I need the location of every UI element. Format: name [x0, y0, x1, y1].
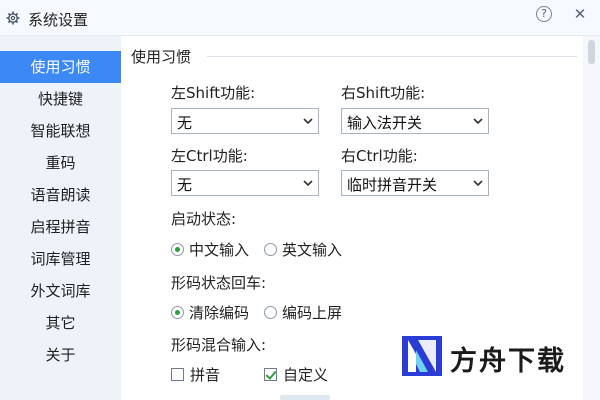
left-ctrl-select[interactable]: 无 — [171, 170, 319, 196]
left-ctrl-label: 左Ctrl功能: — [171, 147, 248, 165]
checkbox — [264, 367, 277, 381]
radio-label: 中文输入 — [189, 240, 250, 259]
section-title: 使用习惯 — [131, 48, 192, 66]
left-shift-label: 左Shift功能: — [171, 84, 256, 102]
right-shift-value: 输入法开关 — [347, 114, 423, 132]
gear-icon — [6, 11, 20, 25]
chevron-down-icon — [301, 176, 315, 190]
radio-button — [171, 242, 184, 256]
sidebar-item-dictionary-manager[interactable]: 词库管理 — [0, 243, 121, 275]
close-button[interactable]: ✕ — [569, 4, 591, 24]
watermark-text: 方舟下载 — [450, 346, 566, 377]
right-shift-label: 右Shift功能: — [341, 84, 426, 102]
checkbox-pinyin[interactable]: 拼音 — [171, 364, 220, 384]
sidebar-item-duplicate-codes[interactable]: 重码 — [0, 147, 121, 179]
left-shift-value: 无 — [177, 114, 193, 132]
left-ctrl-value: 无 — [177, 176, 193, 194]
checkbox-label: 拼音 — [190, 365, 221, 384]
radio-english-input[interactable]: 英文输入 — [264, 239, 342, 259]
left-shift-select[interactable]: 无 — [171, 108, 319, 134]
sidebar-item-qicheng-pinyin[interactable]: 启程拼音 — [0, 211, 121, 243]
right-ctrl-select[interactable]: 临时拼音开关 — [341, 170, 489, 196]
radio-button — [171, 305, 184, 319]
vertical-scrollbar[interactable] — [583, 36, 600, 400]
radio-button — [264, 305, 277, 319]
scrollbar-thumb[interactable] — [588, 40, 595, 64]
right-shift-select[interactable]: 输入法开关 — [341, 108, 489, 134]
chevron-down-icon — [471, 114, 485, 128]
radio-chinese-input[interactable]: 中文输入 — [171, 239, 249, 259]
radio-commit-code[interactable]: 编码上屏 — [264, 302, 342, 322]
sidebar-item-about[interactable]: 关于 — [0, 339, 121, 371]
watermark-logo-icon — [402, 336, 442, 376]
radio-clear-code[interactable]: 清除编码 — [171, 302, 249, 322]
sidebar-item-usage-habits[interactable]: 使用习惯 — [0, 51, 121, 83]
right-ctrl-value: 临时拼音开关 — [347, 176, 438, 194]
radio-button — [264, 242, 277, 256]
right-ctrl-label: 右Ctrl功能: — [341, 147, 418, 165]
help-icon: ? — [536, 6, 552, 22]
close-icon: ✕ — [573, 5, 587, 23]
chevron-down-icon — [301, 114, 315, 128]
checkbox-custom[interactable]: 自定义 — [264, 364, 328, 384]
radio-label: 编码上屏 — [282, 303, 343, 322]
scroll-hint — [280, 395, 330, 400]
section-divider — [207, 56, 577, 57]
shape-enter-label: 形码状态回车: — [171, 274, 267, 292]
help-button[interactable]: ? — [533, 4, 555, 24]
checkbox — [171, 367, 184, 381]
watermark-logo: 方舟下载 — [402, 336, 578, 377]
radio-label: 英文输入 — [282, 240, 343, 259]
sidebar-item-voice-reading[interactable]: 语音朗读 — [0, 179, 121, 211]
chevron-down-icon — [471, 176, 485, 190]
title-bar: 系统设置 ? ✕ — [0, 0, 600, 36]
sidebar-item-smart-association[interactable]: 智能联想 — [0, 115, 121, 147]
checkbox-label: 自定义 — [283, 365, 329, 384]
sidebar-item-foreign-dictionary[interactable]: 外文词库 — [0, 275, 121, 307]
startup-state-label: 启动状态: — [171, 210, 237, 228]
radio-label: 清除编码 — [189, 303, 250, 322]
sidebar-item-other[interactable]: 其它 — [0, 307, 121, 339]
window-title: 系统设置 — [28, 11, 89, 29]
sidebar-item-shortcuts[interactable]: 快捷键 — [0, 83, 121, 115]
shape-mixed-label: 形码混合输入: — [171, 336, 267, 354]
sidebar: 使用习惯 快捷键 智能联想 重码 语音朗读 启程拼音 词库管理 外文词库 其它 … — [0, 36, 121, 400]
